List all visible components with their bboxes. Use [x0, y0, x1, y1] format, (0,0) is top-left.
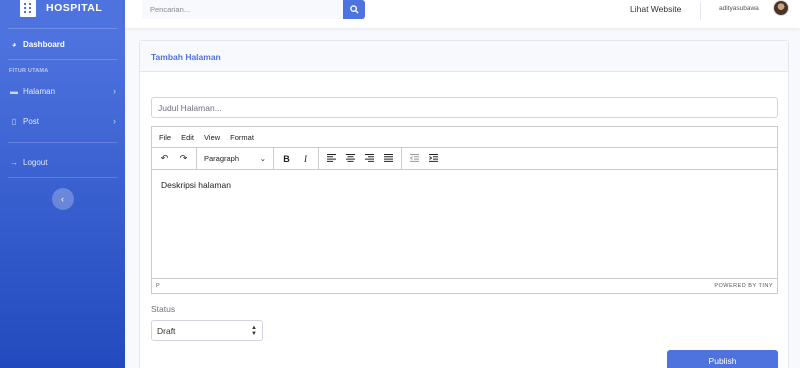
indent-icon[interactable] [424, 153, 443, 164]
sidebar-item-label: Logout [23, 157, 48, 167]
block-format-select[interactable]: Paragraph ⌄ [200, 154, 270, 163]
editor-path[interactable]: P [156, 283, 160, 289]
editor-toolbar: ↶ ↷ Paragraph ⌄ B I [152, 148, 777, 170]
brand[interactable]: HOSPITAL [0, 0, 125, 22]
sidebar-toggle-button[interactable]: ‹ [51, 188, 74, 210]
sidebar-heading: FITUR UTAMA [9, 68, 49, 74]
align-right-icon[interactable] [360, 153, 379, 164]
topbar: Lihat Website adityasubawa [125, 0, 800, 28]
file-icon: ▯ [11, 116, 17, 126]
sidebar-item-post[interactable]: ▯ Post › [0, 106, 125, 136]
card-title: Tambah Halaman [140, 41, 788, 72]
editor-statusbar: P POWERED BY TINY [152, 278, 777, 293]
indent-group [402, 148, 446, 169]
chevron-down-icon: ⌄ [259, 154, 266, 163]
view-website-link[interactable]: Lihat Website [630, 4, 681, 14]
outdent-icon[interactable] [405, 153, 424, 164]
sidebar-item-label: Dashboard [23, 39, 65, 49]
block-format-value: Paragraph [204, 154, 240, 163]
align-justify-icon[interactable] [379, 153, 398, 164]
select-arrows-icon: ▲ ▼ [251, 324, 257, 337]
menu-format[interactable]: Format [230, 133, 254, 142]
sidebar-item-halaman[interactable]: ▬ Halaman › [0, 76, 125, 106]
folder-icon: ▬ [10, 86, 18, 96]
redo-icon[interactable]: ↷ [174, 153, 193, 164]
status-label: Status [151, 304, 176, 314]
sidebar-divider [8, 142, 117, 143]
sidebar-item-label: Post [23, 116, 40, 126]
topbar-divider [700, 2, 701, 20]
status-select[interactable]: Draft ▲ ▼ [151, 320, 263, 341]
page-title-input[interactable] [151, 97, 778, 118]
text-style-group: B I [274, 148, 319, 169]
align-center-icon[interactable] [341, 153, 360, 164]
avatar[interactable] [773, 0, 789, 16]
hospital-logo-icon [20, 0, 36, 17]
status-value: Draft [157, 325, 176, 336]
menu-edit[interactable]: Edit [181, 133, 194, 142]
bold-icon[interactable]: B [277, 154, 296, 164]
sidebar-item-logout[interactable]: → Logout [0, 147, 125, 177]
chevron-right-icon: › [113, 116, 116, 126]
undo-icon[interactable]: ↶ [155, 153, 174, 164]
sidebar: HOSPITAL ◕ Dashboard FITUR UTAMA ▬ Halam… [0, 0, 125, 368]
username[interactable]: adityasubawa [719, 5, 759, 12]
history-group: ↶ ↷ [152, 148, 197, 169]
editor-content[interactable]: Deskripsi halaman [152, 170, 777, 278]
publish-button[interactable]: Publish [667, 350, 778, 368]
sidebar-divider [8, 177, 117, 178]
brand-name: HOSPITAL [46, 2, 103, 14]
italic-icon[interactable]: I [296, 154, 315, 164]
alignment-group [319, 148, 402, 169]
align-left-icon[interactable] [322, 153, 341, 164]
sidebar-item-label: Halaman [23, 86, 56, 96]
editor-menubar: File Edit View Format [152, 127, 777, 148]
search-form [142, 0, 365, 19]
block-format-group: Paragraph ⌄ [197, 148, 274, 169]
search-input[interactable] [142, 0, 343, 19]
search-button[interactable] [343, 0, 365, 19]
add-page-card: Tambah Halaman File Edit View Format ↶ ↷… [139, 40, 789, 368]
chevron-right-icon: › [113, 86, 116, 96]
powered-by-link[interactable]: POWERED BY TINY [714, 283, 773, 289]
menu-view[interactable]: View [204, 133, 220, 142]
logout-icon: → [10, 157, 18, 167]
rich-text-editor: File Edit View Format ↶ ↷ Paragraph ⌄ B … [151, 126, 778, 294]
menu-file[interactable]: File [159, 133, 171, 142]
dashboard-icon: ◕ [11, 39, 17, 49]
search-icon [349, 5, 359, 14]
chevron-left-icon: ‹ [61, 194, 64, 204]
sidebar-item-dashboard[interactable]: ◕ Dashboard [0, 29, 125, 59]
